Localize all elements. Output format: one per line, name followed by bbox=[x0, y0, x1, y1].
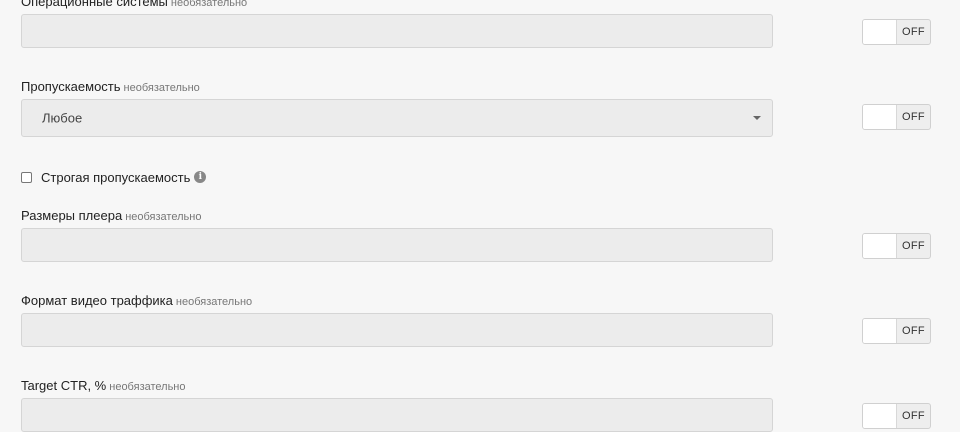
toggle-knob bbox=[863, 105, 897, 129]
strict-throughput-label: Строгая пропускаемость bbox=[41, 169, 191, 185]
video-format-input[interactable] bbox=[21, 313, 773, 347]
chevron-down-icon bbox=[753, 116, 761, 120]
os-label-text: Операционные системы bbox=[21, 0, 168, 9]
player-size-label-text: Размеры плеера bbox=[21, 208, 123, 223]
throughput-selected-value: Любое bbox=[42, 110, 83, 126]
video-format-label-text: Формат видео траффика bbox=[21, 293, 173, 308]
toggle-state: OFF bbox=[902, 410, 925, 422]
optional-hint: необязательно bbox=[175, 296, 253, 308]
optional-hint: необязательно bbox=[123, 82, 200, 94]
target-ctr-label-text: Target CTR, % bbox=[21, 378, 107, 393]
os-label: Операционные системы необязательно bbox=[21, 0, 247, 9]
os-input[interactable] bbox=[21, 14, 773, 48]
os-toggle[interactable]: OFF bbox=[862, 19, 931, 45]
throughput-toggle[interactable]: OFF bbox=[862, 104, 931, 130]
strict-throughput-row: Строгая пропускаемость i bbox=[21, 169, 207, 185]
video-format-label: Формат видео траффика необязательно bbox=[21, 293, 252, 308]
target-ctr-toggle[interactable]: OFF bbox=[862, 403, 931, 429]
player-size-toggle[interactable]: OFF bbox=[862, 233, 931, 259]
toggle-knob bbox=[863, 234, 897, 258]
throughput-select[interactable]: Любое bbox=[21, 99, 773, 137]
optional-hint: необязательно bbox=[170, 0, 248, 9]
optional-hint: необязательно bbox=[109, 381, 186, 393]
video-format-toggle[interactable]: OFF bbox=[862, 318, 931, 344]
throughput-label-text: Пропускаемость bbox=[21, 79, 121, 94]
toggle-knob bbox=[863, 20, 897, 44]
throughput-label: Пропускаемость необязательно bbox=[21, 79, 200, 94]
strict-throughput-checkbox[interactable] bbox=[21, 171, 32, 183]
player-size-input[interactable] bbox=[21, 228, 773, 262]
toggle-state: OFF bbox=[902, 325, 925, 337]
info-icon[interactable]: i bbox=[194, 171, 207, 183]
toggle-state: OFF bbox=[902, 240, 925, 252]
toggle-knob bbox=[863, 404, 897, 428]
toggle-state: OFF bbox=[902, 26, 925, 38]
toggle-knob bbox=[863, 319, 897, 343]
target-ctr-label: Target CTR, % необязательно bbox=[21, 378, 186, 393]
toggle-state: OFF bbox=[902, 111, 925, 123]
optional-hint: необязательно bbox=[125, 211, 202, 223]
target-ctr-input[interactable] bbox=[21, 398, 773, 432]
player-size-label: Размеры плеера необязательно bbox=[21, 208, 201, 223]
